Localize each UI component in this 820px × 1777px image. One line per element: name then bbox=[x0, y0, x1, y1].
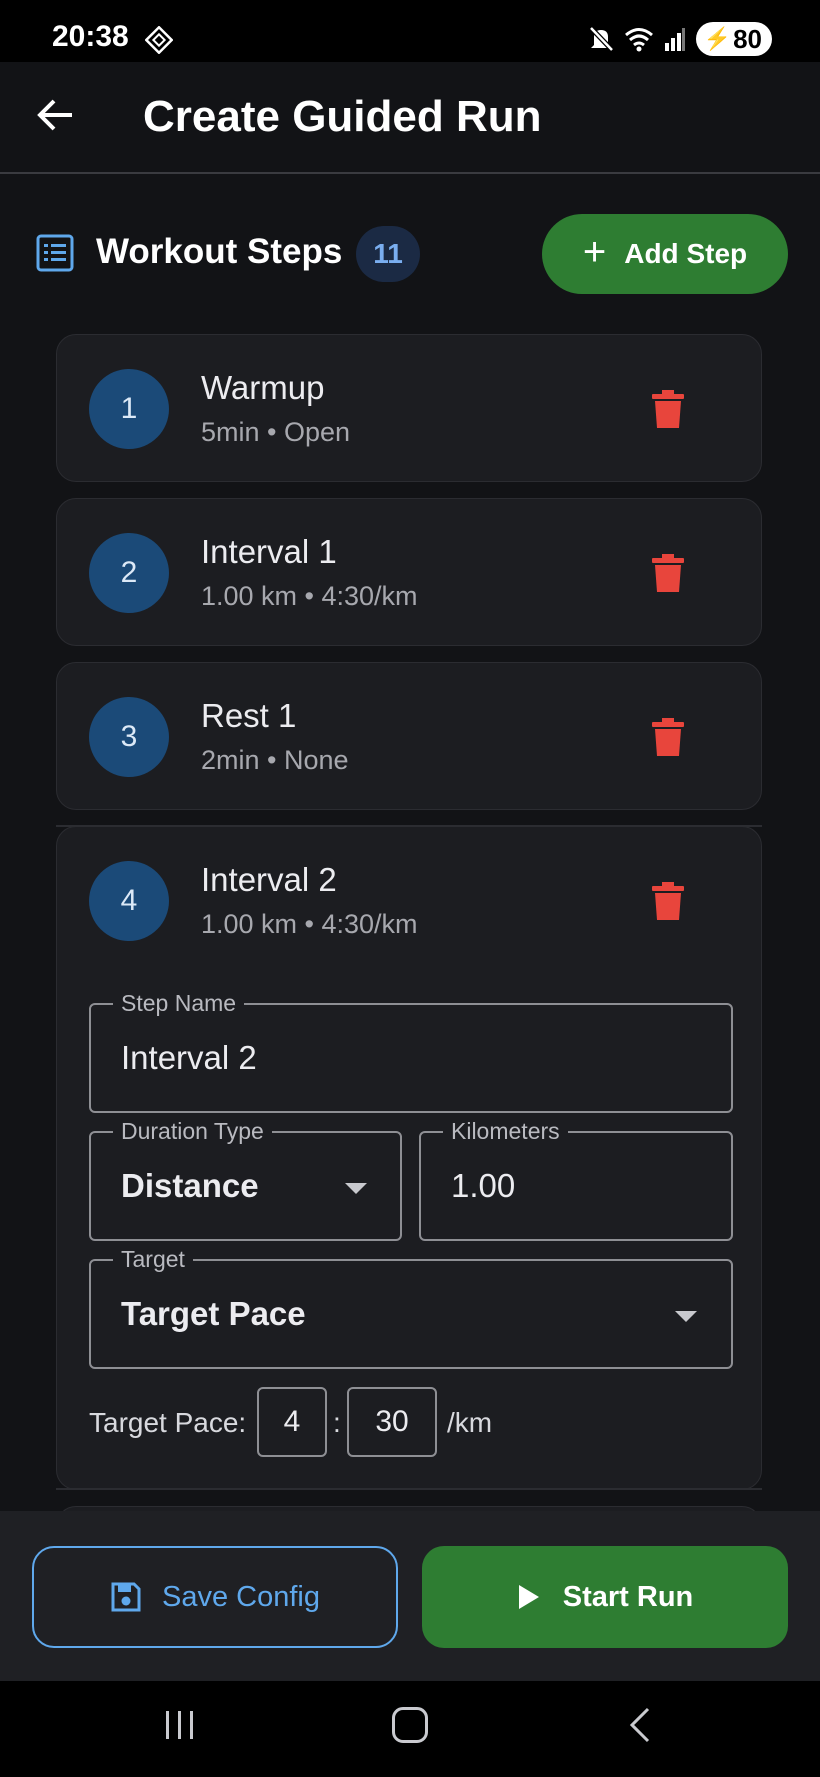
start-run-label: Start Run bbox=[562, 1580, 694, 1613]
save-config-button[interactable]: Save Config bbox=[32, 1546, 398, 1648]
step-name: Interval 2 bbox=[201, 861, 337, 898]
step-detail: 1.00 km • 4:30/km bbox=[201, 581, 418, 611]
step-detail: 2min • None bbox=[201, 745, 349, 775]
step-name-field[interactable]: Step Name Interval 2 bbox=[89, 990, 733, 1113]
plus-icon: + bbox=[582, 230, 607, 274]
back-arrow-icon[interactable] bbox=[34, 93, 78, 137]
page-title: Create Guided Run bbox=[143, 92, 542, 141]
target-pace-label: Target Pace: bbox=[89, 1407, 247, 1438]
target-pace-row: Target Pace: 4 : 30 /km bbox=[89, 1387, 689, 1457]
duration-type-label: Duration Type bbox=[113, 1118, 272, 1144]
dropdown-arrow-icon bbox=[345, 1183, 367, 1194]
step-count-badge: 11 bbox=[356, 226, 420, 282]
charging-icon: ⚡ bbox=[703, 26, 732, 51]
duration-type-dropdown[interactable]: Duration Type Distance bbox=[89, 1118, 402, 1241]
system-nav-bar bbox=[0, 1681, 820, 1777]
step-card[interactable]: 1 Warmup 5min • Open bbox=[56, 334, 762, 482]
delete-icon[interactable] bbox=[651, 554, 685, 592]
list-icon bbox=[36, 234, 74, 272]
step-name-label: Step Name bbox=[113, 990, 245, 1016]
step-number: 2 bbox=[89, 533, 169, 613]
step-card[interactable]: 3 Rest 1 2min • None bbox=[56, 662, 762, 810]
divider bbox=[56, 1488, 762, 1490]
battery-level: 80 bbox=[733, 23, 762, 54]
wifi-icon bbox=[624, 28, 653, 52]
step-number: 1 bbox=[89, 369, 169, 449]
step-detail: 1.00 km • 4:30/km bbox=[201, 909, 418, 939]
delete-icon[interactable] bbox=[651, 882, 685, 920]
pace-unit: /km bbox=[447, 1407, 493, 1438]
nav-back-icon[interactable] bbox=[628, 1707, 652, 1743]
step-name: Warmup bbox=[201, 369, 325, 406]
play-icon bbox=[518, 1585, 539, 1609]
bottom-action-bar: Save Config Start Run bbox=[0, 1511, 820, 1681]
step-name: Interval 1 bbox=[201, 533, 337, 570]
signal-icon bbox=[664, 28, 685, 51]
status-time: 20:38 bbox=[52, 20, 129, 53]
step-number: 3 bbox=[89, 697, 169, 777]
step-detail: 5min • Open bbox=[201, 417, 351, 447]
target-value: Target Pace bbox=[121, 1295, 306, 1332]
target-dropdown[interactable]: Target Target Pace bbox=[89, 1246, 733, 1369]
pace-seconds-input[interactable]: 30 bbox=[347, 1387, 437, 1457]
workout-steps-header: Workout Steps 11 + Add Step bbox=[0, 214, 820, 294]
section-title: Workout Steps bbox=[96, 232, 343, 271]
step-number: 4 bbox=[89, 861, 169, 941]
pace-minutes-input[interactable]: 4 bbox=[257, 1387, 327, 1457]
app-bar: Create Guided Run bbox=[0, 62, 820, 174]
dropdown-arrow-icon bbox=[675, 1311, 697, 1322]
pace-separator: : bbox=[333, 1407, 341, 1438]
add-step-button[interactable]: + Add Step bbox=[542, 214, 788, 294]
step-name: Rest 1 bbox=[201, 697, 297, 734]
mute-icon bbox=[588, 26, 614, 52]
status-icons: ⚡ 80 bbox=[588, 22, 772, 56]
target-label: Target bbox=[113, 1246, 193, 1272]
recents-icon[interactable] bbox=[164, 1709, 196, 1741]
save-config-label: Save Config bbox=[162, 1580, 320, 1613]
home-icon[interactable] bbox=[392, 1707, 428, 1743]
kilometers-label: Kilometers bbox=[443, 1118, 568, 1144]
step-name-value: Interval 2 bbox=[121, 1039, 257, 1076]
delete-icon[interactable] bbox=[651, 390, 685, 428]
save-icon bbox=[111, 1582, 141, 1612]
step-card[interactable]: 2 Interval 1 1.00 km • 4:30/km bbox=[56, 498, 762, 646]
duration-type-value: Distance bbox=[121, 1167, 259, 1204]
delete-icon[interactable] bbox=[651, 718, 685, 756]
status-bar: 20:38 ⚡ 80 bbox=[0, 0, 820, 62]
step-card-expanded[interactable]: 4 Interval 2 1.00 km • 4:30/km Step Name… bbox=[56, 826, 762, 1490]
battery-indicator: ⚡ 80 bbox=[695, 22, 772, 56]
kilometers-value: 1.00 bbox=[451, 1167, 516, 1204]
kilometers-field[interactable]: Kilometers 1.00 bbox=[419, 1118, 733, 1241]
start-run-button[interactable]: Start Run bbox=[422, 1546, 788, 1648]
diamond-icon bbox=[145, 26, 173, 54]
add-step-label: Add Step bbox=[624, 238, 748, 269]
